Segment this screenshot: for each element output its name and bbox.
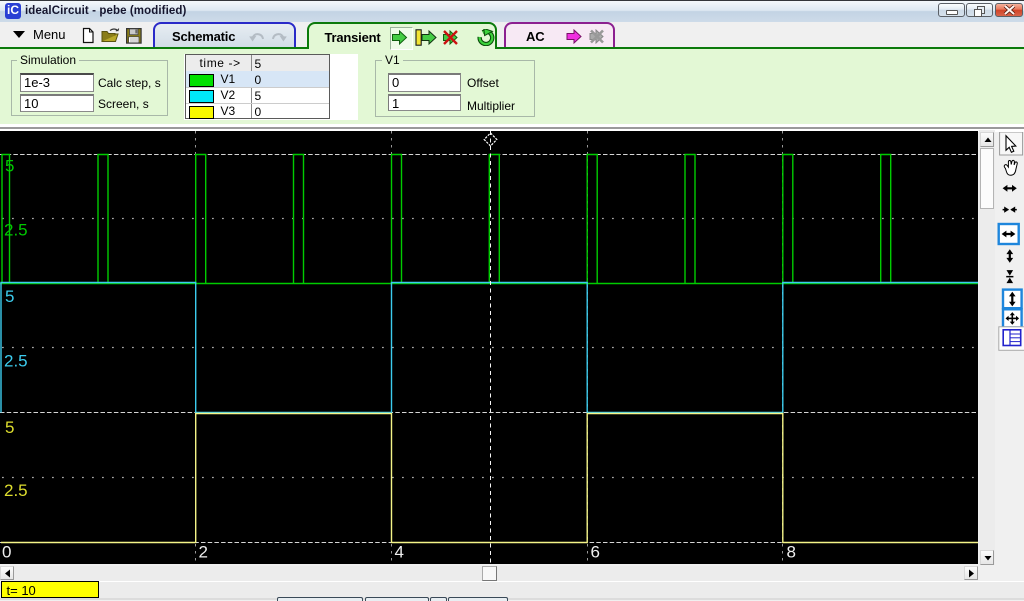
svg-text:0: 0 (2, 543, 11, 562)
svg-text:5: 5 (5, 157, 14, 176)
svg-text:8: 8 (787, 543, 796, 562)
svg-text:2: 2 (199, 543, 208, 562)
svg-text:5: 5 (5, 287, 14, 306)
svg-text:2.5: 2.5 (4, 352, 28, 371)
svg-text:2.5: 2.5 (4, 221, 28, 240)
svg-text:5: 5 (5, 418, 14, 437)
svg-text:2.5: 2.5 (4, 481, 28, 500)
svg-text:4: 4 (395, 543, 404, 562)
svg-text:6: 6 (591, 543, 600, 562)
